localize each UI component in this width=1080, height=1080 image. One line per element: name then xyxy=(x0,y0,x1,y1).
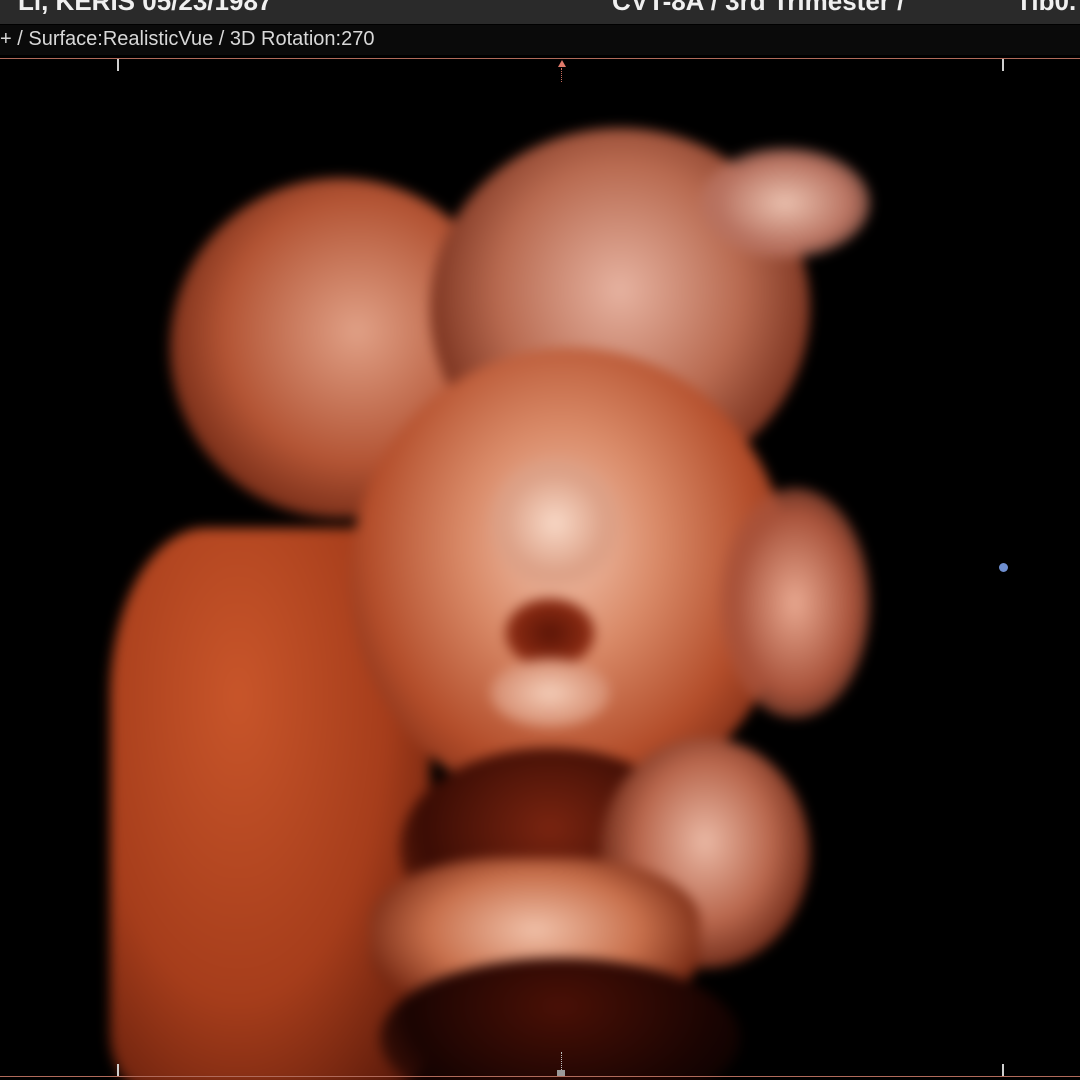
image-viewport[interactable] xyxy=(0,58,1080,1080)
render-lip xyxy=(490,658,610,728)
frame-corner-tick-bottom-right xyxy=(1002,1064,1004,1076)
dot-icon[interactable] xyxy=(999,563,1008,572)
center-axis-bottom-dots xyxy=(561,1052,563,1070)
fetal-3d-render xyxy=(0,58,1080,1080)
triangle-up-icon[interactable] xyxy=(558,60,566,67)
frame-corner-tick-top-left xyxy=(117,59,119,71)
frame-corner-tick-bottom-left xyxy=(117,1064,119,1076)
render-ear xyxy=(720,488,870,718)
frame-corner-tick-top-right xyxy=(1002,59,1004,71)
render-settings-bar: + / Surface:RealisticVue / 3D Rotation:2… xyxy=(0,25,1080,55)
header-extra-label: Tib0. xyxy=(1016,0,1077,16)
probe-preset-label: CVT-8A / 3rd Trimester / xyxy=(612,0,905,16)
render-settings-text: + / Surface:RealisticVue / 3D Rotation:2… xyxy=(0,28,375,50)
center-axis-bottom-marker[interactable] xyxy=(557,1070,565,1076)
render-frame-bottom-line xyxy=(0,1076,1080,1077)
render-nose xyxy=(490,458,620,588)
ultrasound-screen: Li, KERIS 05/23/1987 CVT-8A / 3rd Trimes… xyxy=(0,0,1080,1080)
center-axis-top-dots xyxy=(561,68,563,82)
render-frame-top-line xyxy=(0,58,1080,59)
render-fist-top xyxy=(700,148,870,258)
patient-header-bar: Li, KERIS 05/23/1987 CVT-8A / 3rd Trimes… xyxy=(0,0,1080,24)
patient-name-label: Li, KERIS 05/23/1987 xyxy=(18,0,273,16)
